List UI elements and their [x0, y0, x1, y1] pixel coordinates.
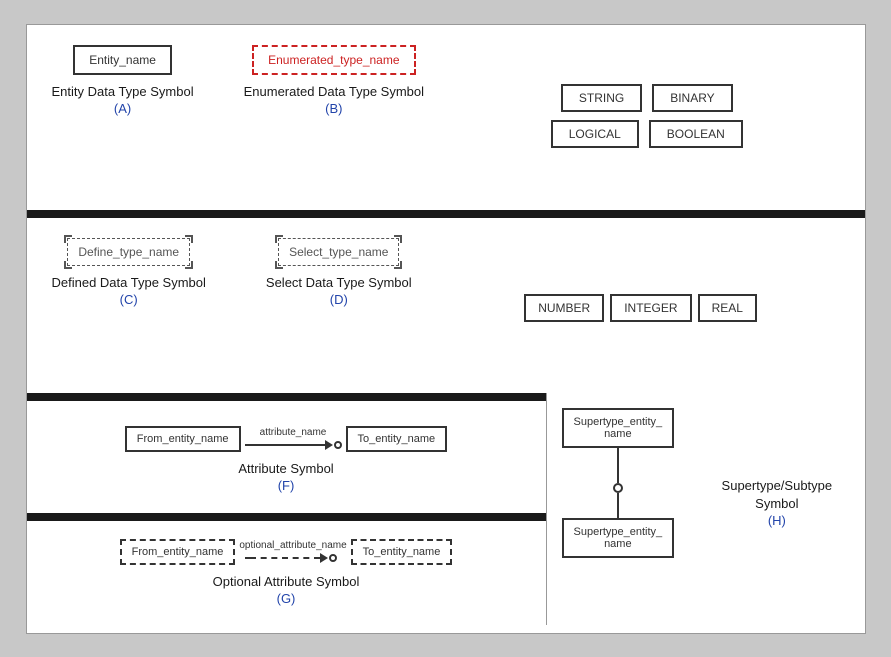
- supertype-label: Supertype/Subtype Symbol: [704, 477, 849, 513]
- enum-box: Enumerated_type_name: [252, 45, 415, 75]
- simple-types-row2: LOGICAL BOOLEAN: [551, 120, 743, 148]
- from-entity-box: From_entity_name: [125, 426, 241, 452]
- defined-box-wrap: Define_type_name: [67, 238, 190, 266]
- supertype-sublabel: (H): [768, 513, 786, 528]
- attr-panel: From_entity_name attribute_name To_entit…: [27, 401, 546, 513]
- select-corner-br: [394, 261, 402, 269]
- opt-label: Optional Attribute Symbol: [213, 573, 360, 591]
- number-types-area: NUMBER INTEGER REAL: [427, 228, 855, 388]
- to-entity-box: To_entity_name: [346, 426, 448, 452]
- enum-symbol-block: Enumerated_type_name Enumerated Data Typ…: [229, 35, 439, 205]
- supertype-circle: [613, 483, 623, 493]
- number-types-row: NUMBER INTEGER REAL: [524, 294, 757, 322]
- corner-bl: [64, 261, 72, 269]
- type-string: STRING: [561, 84, 642, 112]
- type-binary: BINARY: [652, 84, 732, 112]
- select-sublabel: (D): [330, 292, 348, 307]
- top-section: Entity_name Entity Data Type Symbol (A) …: [27, 25, 865, 210]
- supertype-box-2: Supertype_entity_name: [562, 518, 675, 558]
- defined-label: Defined Data Type Symbol: [52, 274, 206, 292]
- attr-sublabel: (F): [278, 478, 295, 493]
- opt-panel: From_entity_name optional_attribute_name…: [27, 521, 546, 631]
- select-box-wrap: Select_type_name: [278, 238, 399, 266]
- simple-types-area: STRING BINARY LOGICAL BOOLEAN: [439, 35, 854, 205]
- type-boolean: BOOLEAN: [649, 120, 743, 148]
- divider-left: [27, 393, 546, 401]
- corner-tl: [64, 235, 72, 243]
- attr-diagram: From_entity_name attribute_name To_entit…: [125, 426, 447, 452]
- entity-box: Entity_name: [73, 45, 172, 75]
- select-symbol-block: Select_type_name Select Data Type Symbol…: [251, 228, 427, 388]
- supertype-box-1: Supertype_entity_name: [562, 408, 675, 448]
- select-label: Select Data Type Symbol: [266, 274, 412, 292]
- type-number: NUMBER: [524, 294, 604, 322]
- type-real: REAL: [698, 294, 757, 322]
- select-box: Select_type_name: [278, 238, 399, 266]
- entity-label: Entity Data Type Symbol: [52, 83, 194, 101]
- supertype-label-area: Supertype/Subtype Symbol (H): [704, 408, 849, 558]
- defined-symbol-block: Define_type_name Defined Data Type Symbo…: [37, 228, 221, 388]
- select-corner-bl: [275, 261, 283, 269]
- opt-from-entity-box: From_entity_name: [120, 539, 236, 565]
- entity-symbol-block: Entity_name Entity Data Type Symbol (A): [37, 35, 209, 205]
- opt-attribute-name-label: optional_attribute_name: [239, 540, 346, 551]
- vertical-line-1: [617, 448, 619, 483]
- corner-tr: [185, 235, 193, 243]
- defined-sublabel: (C): [120, 292, 138, 307]
- attribute-name-label: attribute_name: [260, 427, 327, 438]
- opt-sublabel: (G): [277, 591, 296, 606]
- supertype-area: Supertype_entity_name Supertype_entity_n…: [562, 408, 850, 558]
- opt-diagram: From_entity_name optional_attribute_name…: [120, 539, 453, 565]
- simple-types-row1: STRING BINARY: [561, 84, 733, 112]
- opt-to-entity-box: To_entity_name: [351, 539, 453, 565]
- vertical-line-2: [617, 493, 619, 518]
- bottom-left: From_entity_name attribute_name To_entit…: [27, 393, 547, 625]
- middle-section: Define_type_name Defined Data Type Symbo…: [27, 218, 865, 393]
- select-corner-tr: [394, 235, 402, 243]
- divider-left-2: [27, 513, 546, 521]
- supertype-connector: Supertype_entity_name Supertype_entity_n…: [562, 408, 675, 558]
- select-corner-tl: [275, 235, 283, 243]
- enum-sublabel: (B): [325, 101, 342, 116]
- divider-1: [27, 210, 865, 218]
- corner-br: [185, 261, 193, 269]
- defined-box: Define_type_name: [67, 238, 190, 266]
- enum-label: Enumerated Data Type Symbol: [244, 83, 424, 101]
- type-integer: INTEGER: [610, 294, 691, 322]
- bottom-right: Supertype_entity_name Supertype_entity_n…: [547, 393, 865, 625]
- attr-label: Attribute Symbol: [238, 460, 333, 478]
- entity-sublabel: (A): [114, 101, 131, 116]
- main-container: Entity_name Entity Data Type Symbol (A) …: [26, 24, 866, 634]
- type-logical: LOGICAL: [551, 120, 639, 148]
- bottom-section: From_entity_name attribute_name To_entit…: [27, 393, 865, 625]
